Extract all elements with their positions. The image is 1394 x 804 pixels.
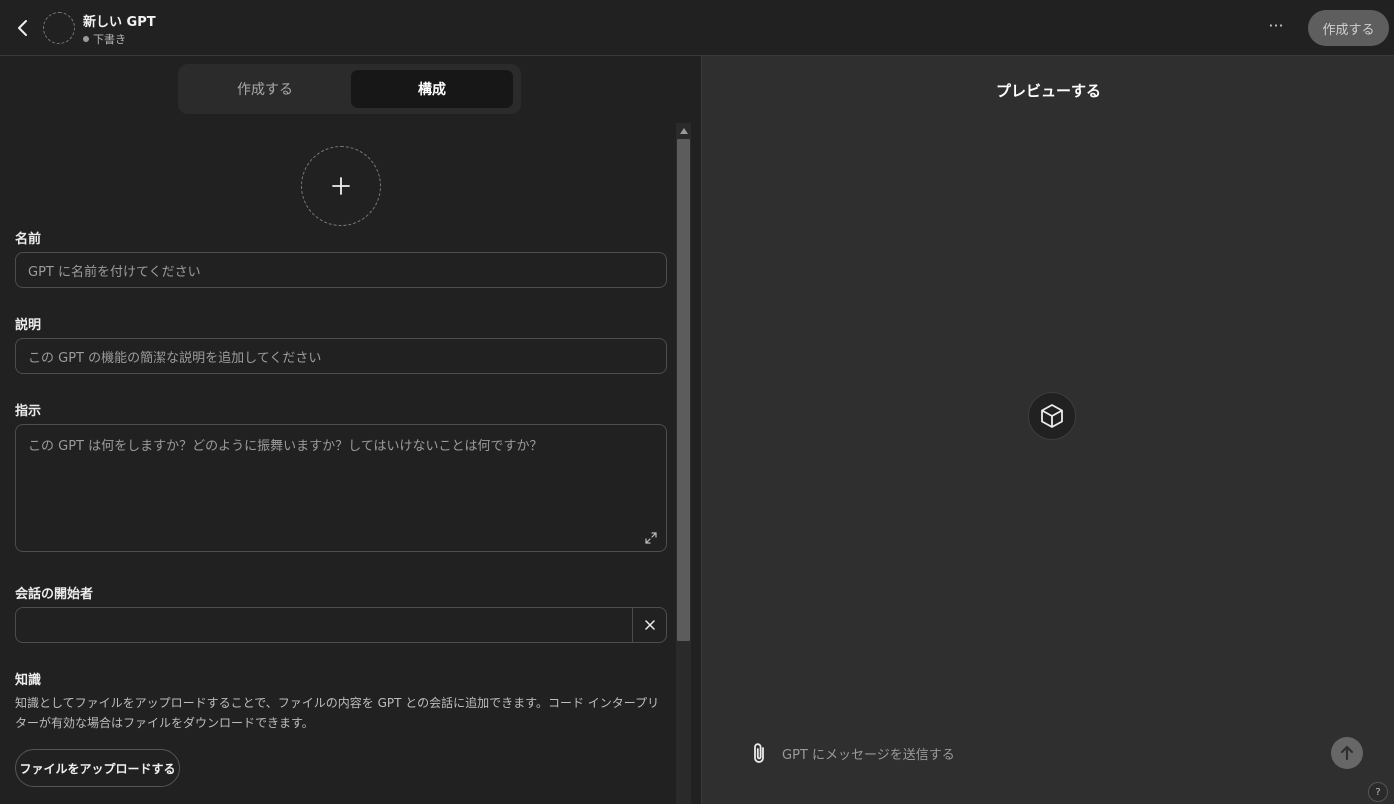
more-options-button[interactable]: ··· xyxy=(1262,16,1290,40)
status-label: 下書き xyxy=(93,33,126,46)
upload-files-button[interactable]: ファイルをアップロードする xyxy=(15,749,180,787)
instructions-textarea[interactable]: この GPT は何をしますか？どのように振舞いますか？してはいけないことは何です… xyxy=(15,424,667,552)
chevron-left-icon xyxy=(18,20,27,36)
avatar-upload-button[interactable] xyxy=(301,146,381,226)
description-label: 説明 xyxy=(15,318,42,333)
expand-icon[interactable] xyxy=(644,531,658,545)
description-placeholder: この GPT の機能の簡潔な説明を追加してください xyxy=(28,350,322,366)
message-composer: GPT にメッセージを送信する xyxy=(742,732,1363,776)
conversation-starter-input[interactable] xyxy=(15,607,667,643)
mode-tabs: 作成する 構成 xyxy=(178,64,521,114)
gpt-placeholder-avatar xyxy=(1028,392,1076,440)
status-dot-icon xyxy=(83,36,89,42)
instructions-placeholder: この GPT は何をしますか？どのように振舞いますか？してはいけないことは何です… xyxy=(28,439,543,454)
arrow-up-icon xyxy=(1340,745,1354,761)
triangle-up-icon xyxy=(679,127,688,134)
scrollbar-thumb[interactable] xyxy=(677,139,690,641)
back-button[interactable] xyxy=(10,14,36,42)
clear-starter-button[interactable] xyxy=(632,608,666,642)
cube-icon xyxy=(1041,404,1063,428)
help-button[interactable]: ? xyxy=(1368,782,1388,802)
message-input[interactable]: GPT にメッセージを送信する xyxy=(782,744,1302,764)
draft-status: 下書き xyxy=(83,31,126,47)
name-input[interactable]: GPT に名前を付けてください xyxy=(15,252,667,288)
tab-create[interactable]: 作成する xyxy=(184,70,346,108)
close-icon xyxy=(644,620,655,630)
paperclip-icon[interactable] xyxy=(748,742,770,766)
top-bar: 新しい GPT 下書き ··· 作成する xyxy=(0,0,1394,56)
gpt-title: 新しい GPT xyxy=(83,15,156,30)
send-button[interactable] xyxy=(1331,737,1363,769)
name-label: 名前 xyxy=(15,232,42,247)
knowledge-description: 知識としてファイルをアップロードすることで、ファイルの内容を GPT との会話に… xyxy=(15,696,660,730)
tab-configure[interactable]: 構成 xyxy=(351,70,513,108)
config-panel: 作成する 構成 名前 GPT に名前を付けてください 説明 この GPT の機能… xyxy=(0,56,700,804)
description-input[interactable]: この GPT の機能の簡潔な説明を追加してください xyxy=(15,338,667,374)
scroll-up-arrow[interactable] xyxy=(676,123,691,138)
plus-icon xyxy=(332,177,350,195)
instructions-label: 指示 xyxy=(15,404,42,419)
knowledge-label: 知識 xyxy=(15,673,42,688)
preview-panel: プレビューする GPT にメッセージを送信する ? xyxy=(701,56,1394,804)
name-placeholder: GPT に名前を付けてください xyxy=(28,264,201,280)
conversation-starters-label: 会話の開始者 xyxy=(15,587,94,602)
gpt-avatar xyxy=(43,12,75,44)
create-button[interactable]: 作成する xyxy=(1308,10,1389,46)
preview-title: プレビューする xyxy=(995,82,1101,100)
